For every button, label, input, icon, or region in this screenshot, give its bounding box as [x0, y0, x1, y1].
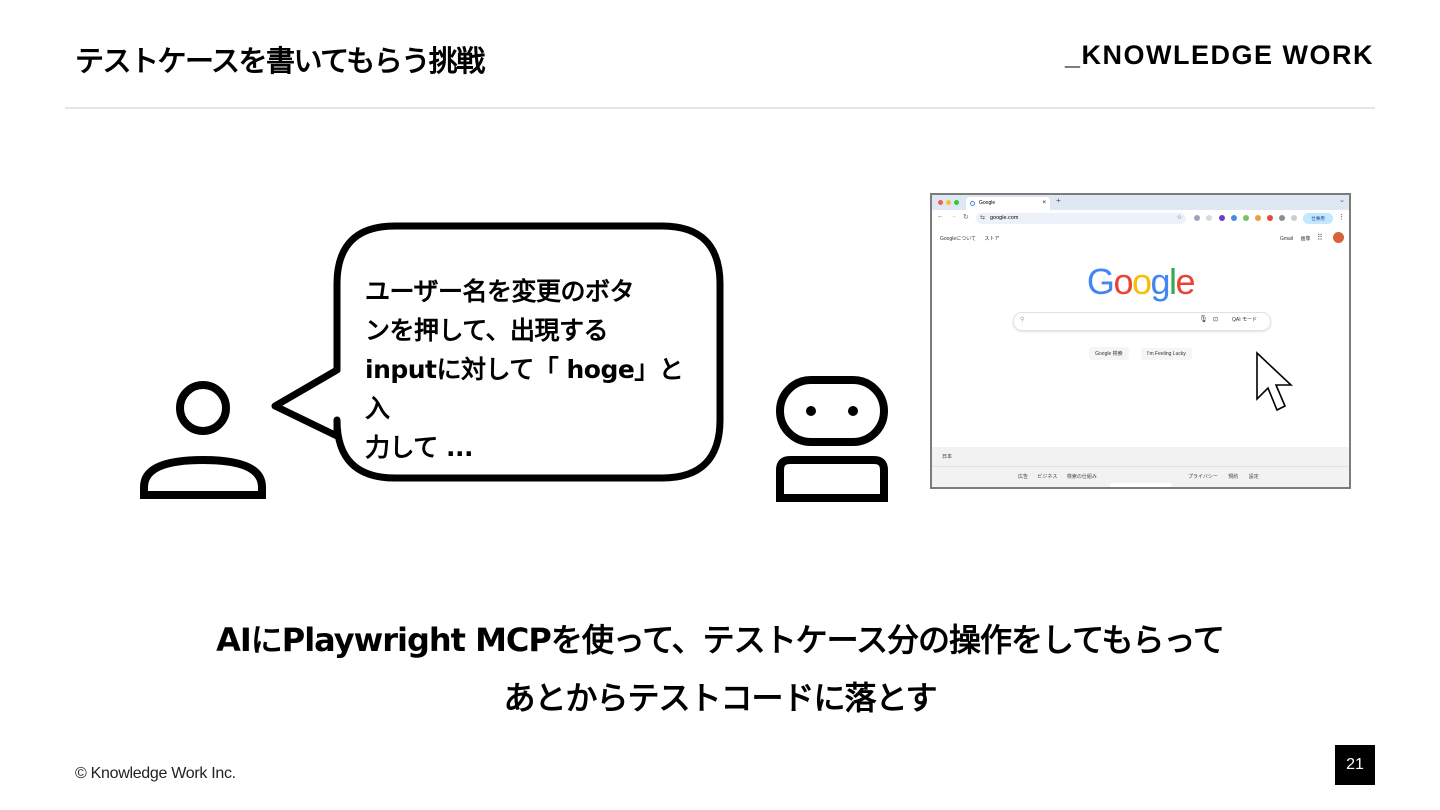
- google-favicon-icon: [970, 201, 975, 206]
- speech-line: 力して ...: [365, 433, 473, 462]
- extension-icon[interactable]: [1255, 215, 1261, 221]
- google-top-links-left: Googleについて ストア: [940, 235, 1006, 242]
- footer-strip: [1110, 483, 1172, 487]
- window-zoom-dot[interactable]: [954, 200, 959, 205]
- footer-link-settings[interactable]: 設定: [1249, 474, 1259, 480]
- ai-mode-button[interactable]: QAI モード: [1229, 315, 1260, 326]
- tab-title: Google: [979, 200, 996, 206]
- google-top-links-right: Gmail 画像: [1280, 235, 1316, 242]
- extension-icon[interactable]: [1206, 215, 1212, 221]
- extension-icon[interactable]: [1219, 215, 1225, 221]
- chevron-down-icon[interactable]: ⌄: [1339, 196, 1345, 204]
- window-minimize-dot[interactable]: [946, 200, 951, 205]
- search-input[interactable]: ⚲ 🎙 ⊡ QAI モード: [1013, 312, 1271, 331]
- google-search-button[interactable]: Google 検索: [1089, 347, 1129, 360]
- footer-link-business[interactable]: ビジネス: [1037, 474, 1057, 480]
- site-settings-icon[interactable]: ⇆: [980, 213, 985, 224]
- person-icon: [140, 381, 266, 499]
- apps-grid-icon[interactable]: ⠿: [1317, 233, 1323, 242]
- logo-letter: g: [1150, 261, 1171, 302]
- link-gmail[interactable]: Gmail: [1280, 236, 1293, 242]
- close-icon[interactable]: ×: [1042, 197, 1046, 210]
- browser-tab[interactable]: Google ×: [966, 197, 1050, 210]
- search-icon: ⚲: [1020, 317, 1025, 323]
- window-close-dot[interactable]: [938, 200, 943, 205]
- copyright: © Knowledge Work Inc.: [75, 765, 236, 782]
- speech-line: inputに対して「 hoge」と入: [365, 355, 684, 423]
- kebab-menu-icon[interactable]: ⋮: [1338, 213, 1345, 221]
- extension-icon[interactable]: [1279, 215, 1285, 221]
- forward-icon[interactable]: →: [950, 213, 957, 220]
- browser-toolbar: ← → ↻ ⇆ google.com ☆ 仕事用 ⋮: [932, 210, 1349, 227]
- caption-line: AIにPlaywright MCPを使って、テストケース分の操作をしてもらって: [216, 621, 1225, 659]
- reload-icon[interactable]: ↻: [963, 213, 969, 221]
- browser-tab-bar: Google × + ⌄: [932, 195, 1349, 210]
- logo-letter: o: [1131, 261, 1152, 302]
- header-divider: [65, 107, 1375, 109]
- browser-screenshot: Google × + ⌄ ← → ↻ ⇆ google.com ☆ 仕事用 ⋮ …: [930, 193, 1351, 489]
- logo-letter: e: [1175, 261, 1196, 302]
- camera-icon[interactable]: ⊡: [1213, 316, 1218, 323]
- link-about[interactable]: Googleについて: [940, 236, 976, 242]
- footer-links-left: 広告 ビジネス 検索の仕組み: [1018, 473, 1105, 480]
- extension-icon[interactable]: [1291, 215, 1297, 221]
- footer-divider: [932, 466, 1349, 467]
- page-number: 21: [1335, 745, 1375, 785]
- extension-icon[interactable]: [1194, 215, 1200, 221]
- google-logo: Google: [932, 261, 1349, 303]
- extension-icon[interactable]: [1267, 215, 1273, 221]
- footer-country: 日本: [942, 454, 953, 460]
- feeling-lucky-button[interactable]: I'm Feeling Lucky: [1141, 348, 1192, 360]
- microphone-icon[interactable]: 🎙: [1199, 315, 1208, 323]
- back-icon[interactable]: ←: [937, 213, 944, 220]
- cursor-arrow-icon: [1256, 351, 1294, 412]
- new-tab-button[interactable]: +: [1056, 196, 1061, 205]
- footer-links-right: プライバシー 規約 設定: [1188, 473, 1268, 480]
- logo-letter: G: [1086, 261, 1115, 302]
- link-images[interactable]: 画像: [1300, 236, 1310, 242]
- brand-logo: _KNOWLEDGE WORK: [1065, 40, 1374, 70]
- extension-icon[interactable]: [1243, 215, 1249, 221]
- avatar[interactable]: [1333, 232, 1344, 243]
- footer-link-ads[interactable]: 広告: [1018, 474, 1028, 480]
- extension-icon[interactable]: [1231, 215, 1237, 221]
- footer-link-privacy[interactable]: プライバシー: [1188, 474, 1218, 480]
- slide-title: テストケースを書いてもらう挑戦: [75, 44, 485, 78]
- google-footer: 日本 広告 ビジネス 検索の仕組み プライバシー 規約 設定: [932, 447, 1349, 487]
- speech-line: ンを押して、出現する: [365, 316, 609, 345]
- address-bar[interactable]: ⇆ google.com ☆: [976, 213, 1186, 224]
- caption-line: あとからテストコードに落とす: [503, 679, 937, 717]
- bookmark-star-icon[interactable]: ☆: [1177, 213, 1182, 224]
- url-text: google.com: [990, 215, 1019, 221]
- footer-link-terms[interactable]: 規約: [1228, 474, 1238, 480]
- speech-text: ユーザー名を変更のボタ ンを押して、出現する inputに対して「 hoge」と…: [365, 272, 700, 467]
- link-store[interactable]: ストア: [984, 236, 999, 242]
- profile-button[interactable]: 仕事用: [1303, 213, 1333, 224]
- robot-icon: [776, 376, 888, 502]
- speech-line: ユーザー名を変更のボタ: [365, 277, 635, 306]
- logo-letter: o: [1113, 261, 1133, 302]
- footer-link-how-search-works[interactable]: 検索の仕組み: [1067, 474, 1097, 480]
